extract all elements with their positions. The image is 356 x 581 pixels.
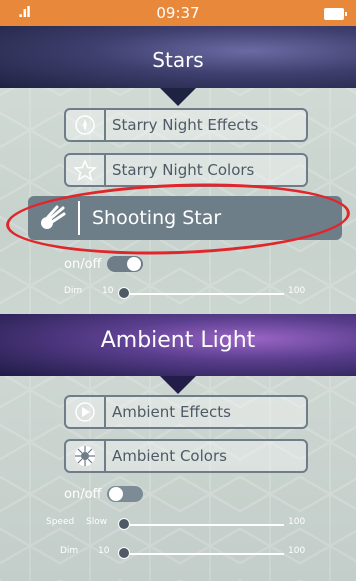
ambient-dim-slider-row: Dim 10 100	[0, 546, 356, 562]
button-label: Shooting Star	[92, 207, 222, 229]
stars-banner: Stars	[0, 26, 356, 106]
slider-name: Dim	[60, 546, 79, 556]
speed-slider-thumb[interactable]	[118, 518, 130, 530]
stars-dim-slider-row: Dim 10 100	[0, 286, 356, 302]
stars-toggle-row: on/off	[64, 256, 144, 272]
slider-name: Dim	[64, 286, 83, 296]
banner-notch	[160, 88, 196, 106]
slider-min-label: 10	[98, 546, 110, 556]
slider-min-label: Slow	[86, 517, 108, 527]
dim-slider-thumb[interactable]	[118, 287, 130, 299]
ambient-toggle-row: on/off	[64, 486, 144, 502]
status-bar: .ıl 09:37	[0, 0, 356, 26]
stars-onoff-toggle[interactable]	[107, 256, 144, 272]
dim-slider-thumb[interactable]	[118, 547, 130, 559]
dim-slider-track[interactable]	[120, 293, 284, 295]
button-label: Starry Night Colors	[112, 161, 255, 179]
ambient-colors-button[interactable]: Ambient Colors	[64, 439, 308, 473]
slider-name: Speed	[46, 517, 75, 527]
toggle-label: on/off	[64, 256, 102, 272]
slider-min-label: 10	[102, 286, 114, 296]
ambient-effects-button[interactable]: Ambient Effects	[64, 395, 308, 429]
starry-night-colors-button[interactable]: Starry Night Colors	[64, 153, 308, 187]
ambient-banner: Ambient Light	[0, 314, 356, 394]
banner-notch	[160, 376, 196, 394]
compass-star-icon	[66, 110, 106, 140]
slider-max-label: 100	[288, 517, 306, 527]
section-title-ambient: Ambient Light	[100, 328, 256, 353]
color-wheel-icon	[66, 441, 106, 471]
shooting-star-icon	[28, 201, 80, 235]
section-title-stars: Stars	[152, 48, 204, 72]
toggle-knob	[127, 257, 142, 271]
button-label: Ambient Colors	[112, 447, 227, 465]
button-label: Ambient Effects	[112, 403, 231, 421]
play-icon	[66, 397, 106, 427]
toggle-knob	[109, 487, 124, 501]
star-outline-icon	[66, 155, 106, 185]
ambient-speed-slider-row: Speed Slow 100	[0, 517, 356, 533]
button-label: Starry Night Effects	[112, 116, 259, 134]
toggle-label: on/off	[64, 486, 102, 502]
shooting-star-button[interactable]: Shooting Star	[28, 196, 342, 240]
starry-night-effects-button[interactable]: Starry Night Effects	[64, 108, 308, 142]
status-time: 09:37	[156, 4, 200, 22]
slider-max-label: 100	[288, 546, 306, 556]
slider-max-label: 100	[288, 286, 306, 296]
dim-slider-track[interactable]	[120, 553, 284, 555]
battery-icon	[324, 8, 347, 20]
ambient-onoff-toggle[interactable]	[107, 486, 144, 502]
speed-slider-track[interactable]	[120, 524, 284, 526]
